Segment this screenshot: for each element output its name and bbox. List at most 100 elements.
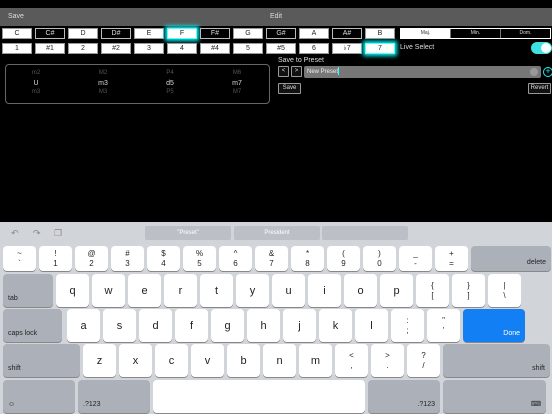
key-caps32lock[interactable]: caps lock bbox=[3, 309, 62, 342]
note-button-b[interactable]: B bbox=[365, 28, 395, 39]
interval-option[interactable]: m2 bbox=[16, 70, 56, 76]
key-delete[interactable]: delete bbox=[471, 246, 551, 271]
note-button-gsharp[interactable]: G# bbox=[266, 28, 296, 39]
save-button[interactable]: Save bbox=[278, 83, 301, 94]
degree-button[interactable]: 4 bbox=[167, 43, 197, 54]
key-y[interactable]: y bbox=[236, 274, 269, 307]
key-46[interactable]: >. bbox=[371, 344, 404, 377]
key-d[interactable]: d bbox=[139, 309, 172, 342]
degree-button[interactable]: #1 bbox=[35, 43, 65, 54]
key-z[interactable]: z bbox=[83, 344, 116, 377]
key-96[interactable]: ~ ` bbox=[3, 246, 36, 271]
key-l[interactable]: l bbox=[355, 309, 388, 342]
degree-button[interactable]: 3 bbox=[134, 43, 164, 54]
note-button-asharp[interactable]: A# bbox=[332, 28, 362, 39]
note-button-d[interactable]: D bbox=[68, 28, 98, 39]
key-i[interactable]: i bbox=[308, 274, 341, 307]
preset-name-input[interactable]: New Preset bbox=[304, 66, 541, 78]
paste-icon[interactable]: ❐ bbox=[54, 228, 62, 239]
emoji-key[interactable]: ☺ bbox=[3, 380, 75, 413]
key-47[interactable]: ? / bbox=[407, 344, 440, 377]
interval-option[interactable]: P5 bbox=[150, 89, 190, 95]
key-5[interactable]: % 5 bbox=[183, 246, 216, 271]
edit-tab[interactable]: Edit bbox=[270, 13, 282, 20]
key-b[interactable]: b bbox=[227, 344, 260, 377]
key-t[interactable]: t bbox=[200, 274, 233, 307]
save-tab[interactable]: Save bbox=[8, 13, 24, 20]
key-o[interactable]: o bbox=[344, 274, 377, 307]
note-button-a[interactable]: A bbox=[299, 28, 329, 39]
interval-option[interactable]: m3 bbox=[16, 89, 56, 95]
key-4[interactable]: $4 bbox=[147, 246, 180, 271]
degree-button[interactable]: ♭7 bbox=[332, 43, 362, 54]
add-preset-icon[interactable]: + bbox=[543, 67, 552, 77]
chord-type-maj[interactable]: Maj. bbox=[401, 29, 450, 38]
key-p[interactable]: p bbox=[380, 274, 413, 307]
key-4663123[interactable]: .?123 bbox=[368, 380, 440, 413]
key-u[interactable]: u bbox=[272, 274, 305, 307]
degree-button[interactable]: #4 bbox=[200, 43, 230, 54]
suggestion-3[interactable] bbox=[322, 226, 408, 240]
redo-icon[interactable]: ↷ bbox=[33, 228, 41, 239]
degree-button[interactable]: 2 bbox=[68, 43, 98, 54]
interval-option[interactable]: M2 bbox=[83, 70, 123, 76]
note-button-e[interactable]: E bbox=[134, 28, 164, 39]
key-2[interactable]: @2 bbox=[75, 246, 108, 271]
clear-icon[interactable] bbox=[530, 68, 538, 76]
key-shift[interactable]: shift bbox=[443, 344, 550, 377]
note-button-csharp[interactable]: C# bbox=[35, 28, 65, 39]
chord-type-min[interactable]: Min. bbox=[450, 29, 500, 38]
key-f[interactable]: f bbox=[175, 309, 208, 342]
key-r[interactable]: r bbox=[164, 274, 197, 307]
interval-option[interactable]: M3 bbox=[83, 89, 123, 95]
key-m[interactable]: m bbox=[299, 344, 332, 377]
key-61[interactable]: + = bbox=[435, 246, 468, 271]
interval-option[interactable]: P4 bbox=[150, 70, 190, 76]
key-h[interactable]: h bbox=[247, 309, 280, 342]
key-e[interactable]: e bbox=[128, 274, 161, 307]
note-button-dsharp[interactable]: D# bbox=[101, 28, 131, 39]
space-key[interactable] bbox=[153, 380, 365, 413]
key-n[interactable]: n bbox=[263, 344, 296, 377]
note-button-f[interactable]: F bbox=[167, 28, 197, 39]
revert-button[interactable]: Revert bbox=[528, 83, 551, 94]
key-45[interactable]: _ - bbox=[399, 246, 432, 271]
note-button-c[interactable]: C bbox=[2, 28, 32, 39]
key-k[interactable]: k bbox=[319, 309, 352, 342]
key-w[interactable]: w bbox=[92, 274, 125, 307]
key-91[interactable]: {[ bbox=[416, 274, 449, 307]
key-x[interactable]: x bbox=[119, 344, 152, 377]
key-g[interactable]: g bbox=[211, 309, 244, 342]
degree-button[interactable]: 1 bbox=[2, 43, 32, 54]
key-j[interactable]: j bbox=[283, 309, 316, 342]
interval-option[interactable]: M6 bbox=[217, 70, 257, 76]
live-select-toggle[interactable] bbox=[531, 42, 552, 54]
hide-keyboard-key[interactable]: ⌨ bbox=[443, 380, 546, 413]
key-92[interactable]: | \ bbox=[488, 274, 521, 307]
chord-type-dom[interactable]: Dom. bbox=[500, 29, 550, 38]
key-6[interactable]: ^ 6 bbox=[219, 246, 252, 271]
key-4663123[interactable]: .?123 bbox=[78, 380, 150, 413]
key-q[interactable]: q bbox=[56, 274, 89, 307]
undo-icon[interactable]: ↶ bbox=[11, 228, 19, 239]
interval-option[interactable]: m7 bbox=[217, 80, 257, 87]
suggestion-2[interactable]: President bbox=[234, 226, 320, 240]
degree-button[interactable]: 5 bbox=[233, 43, 263, 54]
key-3[interactable]: #3 bbox=[111, 246, 144, 271]
key-v[interactable]: v bbox=[191, 344, 224, 377]
note-button-fsharp[interactable]: F# bbox=[200, 28, 230, 39]
key-93[interactable]: }] bbox=[452, 274, 485, 307]
key-39[interactable]: " ' bbox=[427, 309, 460, 342]
interval-picker[interactable]: m2 Um3 M2 m3 M3 P4 d5 P5 M6 m7 M7 bbox=[5, 64, 270, 104]
key-s[interactable]: s bbox=[103, 309, 136, 342]
key-c[interactable]: c bbox=[155, 344, 188, 377]
key-7[interactable]: & 7 bbox=[255, 246, 288, 271]
suggestion-1[interactable]: "Preset" bbox=[145, 226, 231, 240]
prev-preset-button[interactable]: < bbox=[278, 66, 289, 77]
key-1[interactable]: ! 1 bbox=[39, 246, 72, 271]
degree-button[interactable]: 7 bbox=[365, 43, 395, 54]
interval-option[interactable]: m3 bbox=[83, 80, 123, 87]
next-preset-button[interactable]: > bbox=[291, 66, 302, 77]
interval-option[interactable]: M7 bbox=[217, 89, 257, 95]
degree-button[interactable]: #2 bbox=[101, 43, 131, 54]
